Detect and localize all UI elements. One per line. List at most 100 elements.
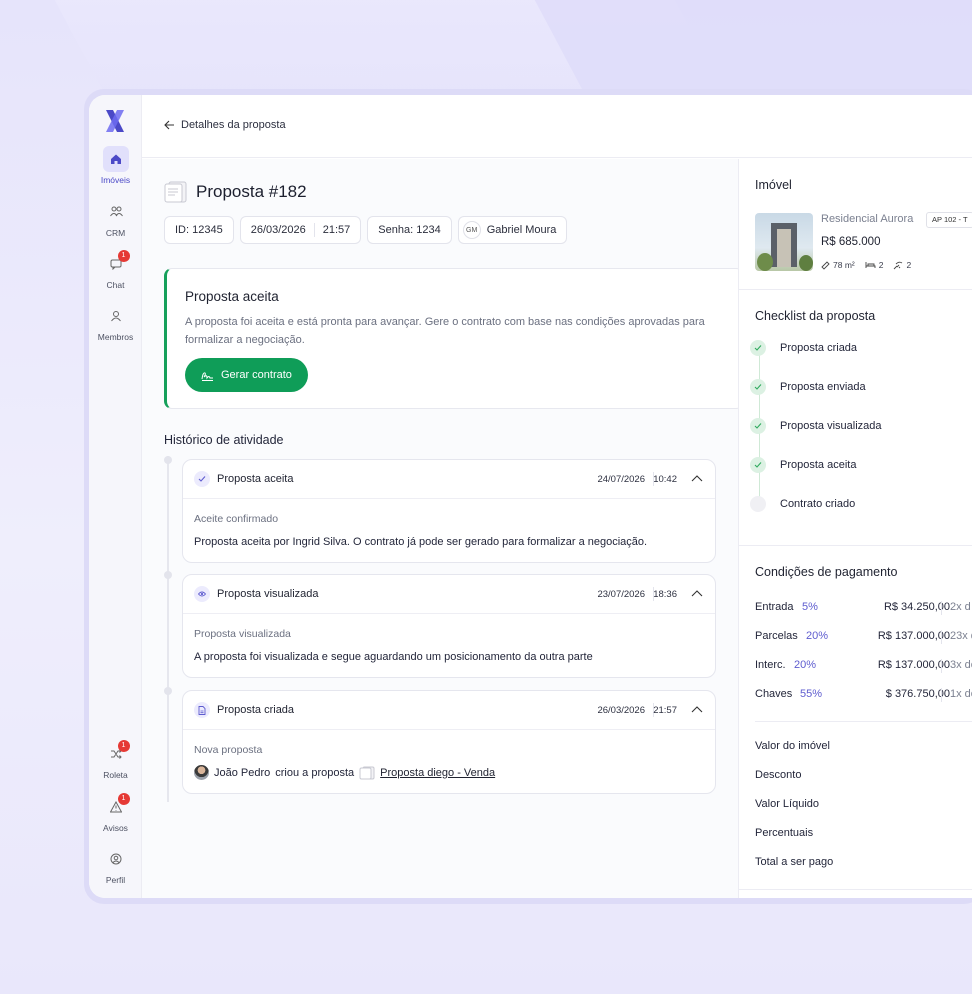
card-title: Proposta aceita (185, 289, 279, 304)
summary-label: Percentuais (755, 827, 814, 839)
sidebar-item-roleta[interactable]: 1 Roleta (89, 740, 142, 780)
author-name: João Pedro (214, 766, 271, 779)
checklist-label: Proposta aceita (780, 459, 857, 471)
pending-circle-icon (750, 496, 766, 512)
summary-label: Valor do imóvel (755, 740, 830, 752)
divider (941, 630, 942, 644)
chevron-up-icon[interactable] (691, 589, 703, 597)
payment-installments: 1x de (950, 688, 972, 700)
signature-icon (201, 371, 213, 381)
checklist-item: Proposta aceita (750, 457, 856, 473)
payment-row: Parcelas 20% R$ 137.000,00 23x d (755, 630, 972, 644)
back-label: Detalhes da proposta (181, 119, 286, 131)
payment-value: R$ 137.000,00 (877, 659, 950, 671)
tree-shape (757, 253, 773, 271)
checklist-label: Proposta enviada (780, 381, 866, 393)
activity-title: Proposta visualizada (217, 588, 319, 600)
payment-percent: 5% (802, 601, 818, 613)
checklist-item: Contrato criado (750, 496, 855, 512)
check-icon (750, 379, 766, 395)
payment-label: Entrada (755, 601, 794, 613)
notification-badge: 1 (117, 740, 130, 752)
arrow-left-icon (164, 120, 174, 130)
payment-installments: 2x d (950, 601, 971, 613)
activity-text: Proposta aceita por Ingrid Silva. O cont… (194, 536, 648, 548)
proposal-link[interactable]: Proposta diego - Venda (380, 767, 495, 779)
shower-icon (894, 261, 903, 269)
sidebar: Imóveis CRM 1 Chat Membros 1 Roleta 1 Av… (89, 95, 142, 898)
sidebar-item-avisos[interactable]: 1 Avisos (89, 793, 142, 833)
avatar: GM (462, 221, 481, 239)
property-section-title: Imóvel (755, 178, 792, 192)
divider (941, 688, 942, 702)
property-name: Residencial Aurora (821, 213, 914, 225)
activity-title: Proposta criada (217, 704, 295, 716)
activity-date: 24/07/2026 (597, 474, 645, 485)
chevron-up-icon[interactable] (691, 474, 703, 482)
background-shape (534, 0, 972, 95)
payment-row: Interc. 20% R$ 137.000,00 3x de (755, 659, 972, 673)
summary-label: Total a ser pago (755, 856, 834, 868)
chevron-up-icon[interactable] (691, 705, 703, 713)
notification-badge: 1 (117, 793, 130, 805)
timeline-line (167, 456, 169, 802)
member-icon (103, 303, 129, 329)
checklist-item: Proposta criada (750, 340, 857, 356)
sidebar-item-perfil[interactable]: Perfil (89, 846, 142, 885)
payment-label: Interc. (755, 659, 786, 671)
document-icon (164, 181, 187, 203)
user-chip[interactable]: GM Gabriel Moura (457, 216, 568, 244)
password-value: Senha: 1234 (378, 224, 441, 236)
card-description: A proposta foi aceita e está pronta para… (185, 316, 705, 346)
summary-label: Desconto (755, 769, 802, 781)
id-value: ID: 12345 (175, 224, 223, 236)
notification-badge: 1 (117, 250, 130, 262)
divider (941, 601, 942, 615)
payment-title: Condições de pagamento (755, 565, 898, 579)
app-window: Imóveis CRM 1 Chat Membros 1 Roleta 1 Av… (89, 95, 972, 898)
document-icon (359, 766, 375, 779)
baths-feature: 2 (893, 260, 911, 270)
sidebar-item-label: Roleta (103, 770, 128, 780)
sidebar-item-crm[interactable]: CRM (89, 199, 142, 238)
payment-installments: 23x d (950, 630, 972, 642)
main-area: Detalhes da proposta Proposta #182 ID: 1… (142, 95, 972, 898)
activity-card: Proposta visualizada 23/07/2026 18:36 Pr… (182, 574, 716, 678)
activity-text: João Pedro criou a proposta Proposta die… (194, 765, 495, 780)
timeline-dot (164, 571, 172, 579)
divider (739, 545, 972, 546)
payment-label: Parcelas (755, 630, 798, 642)
property-price: R$ 685.000 (821, 236, 881, 248)
proposal-details: Proposta #182 ID: 12345 26/03/2026 21:57… (142, 159, 744, 898)
sidebar-item-membros[interactable]: Membros (89, 303, 142, 342)
activity-text: A proposta foi visualizada e segue aguar… (194, 651, 593, 663)
action-text: criou a proposta (275, 766, 355, 779)
sidebar-item-imoveis[interactable]: Imóveis (89, 146, 142, 185)
file-icon (194, 702, 210, 718)
home-icon (102, 146, 129, 172)
generate-contract-button[interactable]: Gerar contrato (185, 358, 308, 392)
accepted-status-card: Proposta aceita A proposta foi aceita e … (164, 268, 744, 409)
check-icon (194, 471, 210, 487)
activity-header[interactable]: Proposta aceita 24/07/2026 10:42 (183, 460, 715, 499)
checklist-label: Contrato criado (780, 498, 856, 510)
back-button[interactable]: Detalhes da proposta (164, 119, 286, 131)
bed-icon (865, 262, 876, 268)
sidebar-item-chat[interactable]: 1 Chat (89, 250, 142, 290)
top-bar: Detalhes da proposta (142, 95, 972, 158)
activity-subtitle: Proposta visualizada (194, 628, 291, 640)
divider (739, 289, 972, 290)
users-icon (103, 199, 129, 225)
id-chip: ID: 12345 (164, 216, 234, 244)
payment-label: Chaves (755, 688, 793, 700)
check-icon (750, 418, 766, 434)
sidebar-item-label: CRM (105, 228, 126, 238)
timeline-dot (164, 456, 172, 464)
payment-percent: 20% (794, 659, 817, 671)
activity-header[interactable]: Proposta visualizada 23/07/2026 18:36 (183, 575, 715, 614)
date-value: 26/03/2026 (250, 224, 306, 236)
area-feature: 78 m² (821, 260, 855, 270)
activity-header[interactable]: Proposta criada 26/03/2026 21:57 (183, 691, 715, 730)
password-chip: Senha: 1234 (367, 216, 452, 244)
sidebar-item-label: Imóveis (100, 175, 131, 185)
